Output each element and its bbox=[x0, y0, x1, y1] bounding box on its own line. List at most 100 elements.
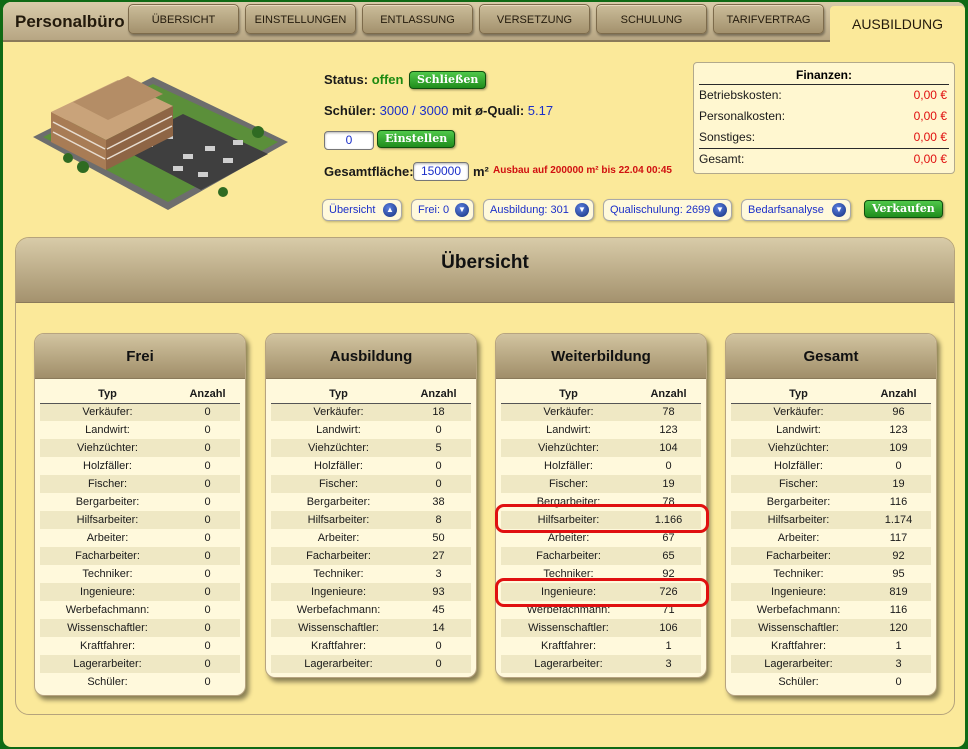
row-type: Schüler: bbox=[87, 676, 128, 688]
row-type: Bergarbeiter: bbox=[766, 496, 831, 508]
row-type: Facharbeiter: bbox=[271, 547, 406, 565]
table-row: Verkäufer: 18 bbox=[271, 403, 471, 421]
tab-schulung[interactable]: SCHULUNG bbox=[596, 4, 707, 34]
tab-versetzung[interactable]: VERSETZUNG bbox=[479, 4, 590, 34]
row-count: 0 bbox=[204, 460, 211, 472]
col-type-header: Typ bbox=[731, 385, 866, 404]
row-type: Wissenschaftler: bbox=[40, 619, 175, 637]
row-type: Arbeiter: bbox=[317, 532, 360, 544]
chevron-down-icon: ▼ bbox=[832, 203, 846, 217]
row-count: 96 bbox=[866, 403, 931, 421]
row-count: 8 bbox=[406, 511, 471, 529]
finance-row-label: Betriebskosten: bbox=[699, 88, 782, 102]
finance-row-value: 0,00 € bbox=[913, 152, 947, 166]
row-count: 104 bbox=[636, 439, 701, 457]
table-row: Werbefachmann: 0 bbox=[40, 601, 240, 619]
row-count: 92 bbox=[866, 547, 931, 565]
tab-uebersicht[interactable]: ÜBERSICHT bbox=[128, 4, 239, 34]
row-count: 120 bbox=[866, 619, 931, 637]
tab-tarifvertrag[interactable]: TARIFVERTRAG bbox=[713, 4, 824, 34]
pill-uebersicht-label: Übersicht bbox=[329, 204, 376, 216]
col-count-header: Anzahl bbox=[406, 385, 471, 404]
table-row: Kraftfahrer: 0 bbox=[40, 637, 240, 655]
row-type: Arbeiter: bbox=[86, 532, 129, 544]
table-row: Facharbeiter: 0 bbox=[40, 547, 240, 565]
row-count: 3 bbox=[435, 568, 442, 580]
row-type: Holzfäller: bbox=[83, 460, 132, 472]
row-count: 0 bbox=[175, 655, 240, 673]
row-type: Hilfsarbeiter: bbox=[271, 511, 406, 529]
col-count-header: Anzahl bbox=[175, 385, 240, 404]
col-type-header: Typ bbox=[501, 385, 636, 404]
hire-count-input[interactable]: 0 bbox=[324, 131, 374, 150]
row-type: Hilfsarbeiter: bbox=[731, 511, 866, 529]
row-type: Landwirt: bbox=[546, 424, 591, 436]
close-button[interactable]: Schließen bbox=[409, 71, 487, 89]
table-row: Verkäufer: 96 bbox=[731, 403, 931, 421]
row-count: 45 bbox=[432, 604, 445, 616]
highlight-ingenieure bbox=[495, 578, 709, 607]
finance-row: Personalkosten: 0,00 € bbox=[699, 106, 949, 127]
row-type: Landwirt: bbox=[316, 424, 361, 436]
row-type: Werbefachmann: bbox=[296, 604, 381, 616]
table-row: Viehzüchter: 0 bbox=[40, 439, 240, 457]
table-row: Holzfäller: 0 bbox=[271, 457, 471, 475]
table-row: Schüler: 0 bbox=[731, 673, 931, 691]
table-row: Fischer: 19 bbox=[501, 475, 701, 493]
row-type: Verkäufer: bbox=[40, 403, 175, 421]
row-count: 93 bbox=[406, 583, 471, 601]
sell-button[interactable]: Verkaufen bbox=[864, 200, 943, 218]
row-count: 0 bbox=[175, 547, 240, 565]
pill-qualischulung[interactable]: Qualischulung: 2699 ▼ bbox=[603, 199, 732, 221]
hire-button[interactable]: Einstellen bbox=[377, 130, 456, 148]
card-title: Frei bbox=[35, 334, 245, 379]
table-row: Wissenschaftler: 14 bbox=[271, 619, 471, 637]
pill-uebersicht[interactable]: Übersicht ▲ bbox=[322, 199, 402, 221]
table-row: Ingenieure: 819 bbox=[731, 583, 931, 601]
tab-ausbildung[interactable]: AUSBILDUNG bbox=[830, 6, 965, 42]
row-count: 50 bbox=[432, 532, 445, 544]
row-type: Wissenschaftler: bbox=[271, 619, 406, 637]
row-count: 116 bbox=[889, 496, 908, 508]
row-type: Facharbeiter: bbox=[731, 547, 866, 565]
area-input[interactable]: 150000 bbox=[413, 162, 469, 181]
pill-bedarfsanalyse-label: Bedarfsanalyse bbox=[748, 204, 824, 216]
pill-bedarfsanalyse[interactable]: Bedarfsanalyse ▼ bbox=[741, 199, 851, 221]
top-navigation-bar: Personalbüro ÜBERSICHT EINSTELLUNGEN ENT… bbox=[3, 2, 965, 42]
pill-ausbildung[interactable]: Ausbildung: 301 ▼ bbox=[483, 199, 594, 221]
table-row: Facharbeiter: 92 bbox=[731, 547, 931, 565]
tab-einstellungen[interactable]: EINSTELLUNGEN bbox=[245, 4, 356, 34]
row-count: 0 bbox=[175, 619, 240, 637]
tab-entlassung[interactable]: ENTLASSUNG bbox=[362, 4, 473, 34]
row-type: Schüler: bbox=[778, 676, 819, 688]
row-type: Holzfäller: bbox=[544, 460, 593, 472]
table-row: Landwirt: 123 bbox=[501, 421, 701, 439]
table-row: Landwirt: 0 bbox=[271, 421, 471, 439]
card-title: Weiterbildung bbox=[496, 334, 706, 379]
row-type: Kraftfahrer: bbox=[540, 640, 597, 652]
row-count: 0 bbox=[895, 676, 902, 688]
chevron-up-icon: ▲ bbox=[383, 203, 397, 217]
table-row: Hilfsarbeiter: 8 bbox=[271, 511, 471, 529]
table-row: Verkäufer: 0 bbox=[40, 403, 240, 421]
highlight-hilfsarbeiter bbox=[495, 504, 709, 533]
row-type: Viehzüchter: bbox=[501, 439, 636, 457]
row-type: Techniker: bbox=[313, 568, 364, 580]
row-type: Wissenschaftler: bbox=[501, 619, 636, 637]
row-type: Hilfsarbeiter: bbox=[40, 511, 175, 529]
finance-row-label: Gesamt: bbox=[699, 152, 745, 166]
finance-row-value: 0,00 € bbox=[913, 130, 947, 144]
overview-title: Übersicht bbox=[16, 238, 954, 303]
table-row: Lagerarbeiter: 3 bbox=[501, 655, 701, 673]
pill-frei[interactable]: Frei: 0 ▼ bbox=[411, 199, 474, 221]
card-ausbildung: Ausbildung Typ Anzahl Verkäufer: 18 Landwi… bbox=[265, 333, 477, 678]
table-row: Holzfäller: 0 bbox=[501, 457, 701, 475]
table-row: Lagerarbeiter: 0 bbox=[271, 655, 471, 673]
row-type: Wissenschaftler: bbox=[731, 619, 866, 637]
row-type: Landwirt: bbox=[776, 424, 821, 436]
card-table: Typ Anzahl Verkäufer: 96 Landwirt: 123 Viehz… bbox=[731, 385, 931, 691]
table-row: Bergarbeiter: 0 bbox=[40, 493, 240, 511]
status-label: Status: bbox=[324, 72, 369, 87]
table-row: Werbefachmann: 116 bbox=[731, 601, 931, 619]
row-type: Lagerarbeiter: bbox=[271, 655, 406, 673]
